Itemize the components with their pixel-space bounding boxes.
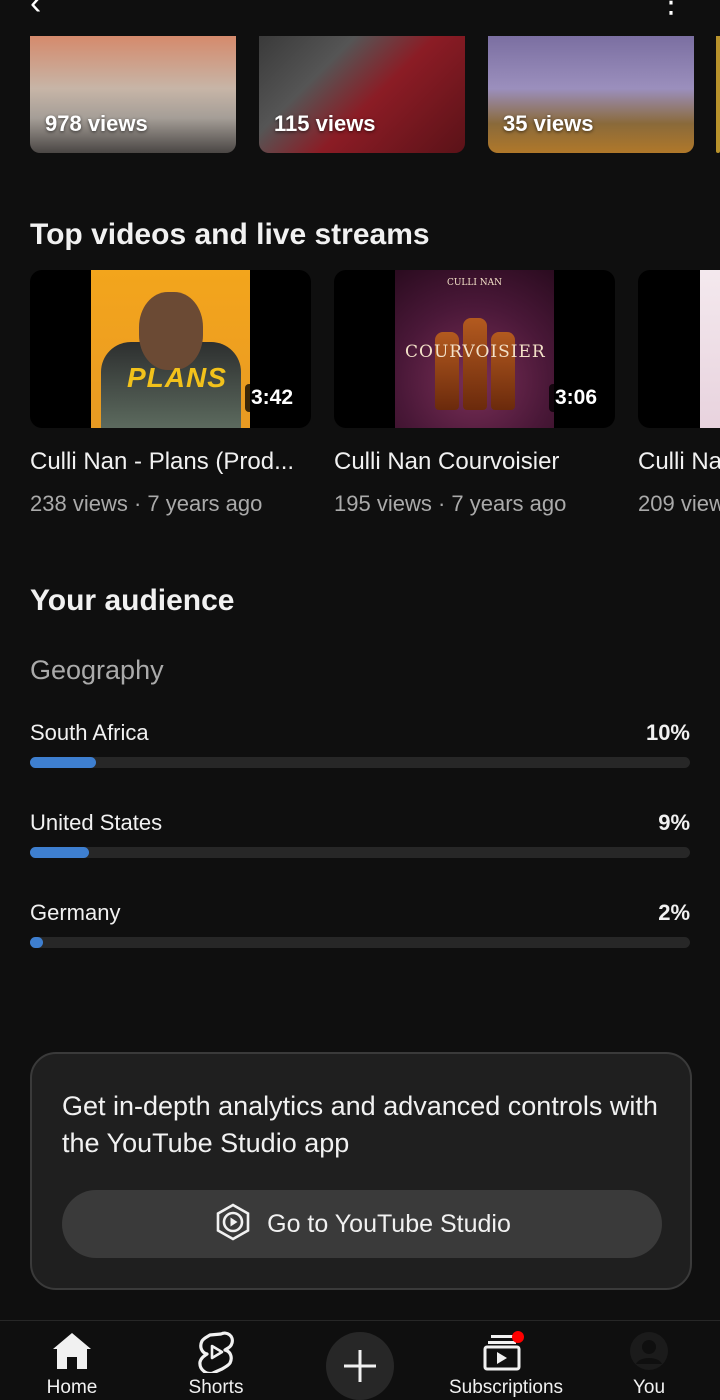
audience-title: Your audience xyxy=(30,584,235,617)
bottom-navigation: Home Shorts Subscriptions You xyxy=(0,1320,720,1400)
create-button[interactable] xyxy=(326,1332,394,1400)
plus-icon xyxy=(342,1348,378,1389)
country-bar-track xyxy=(30,847,690,858)
video-duration: 3:42 xyxy=(244,384,299,412)
country-name: South Africa xyxy=(30,720,149,745)
nav-shorts[interactable]: Shorts xyxy=(161,1321,271,1398)
top-videos-title: Top videos and live streams xyxy=(30,218,430,251)
studio-promo-card: Get in-depth analytics and advanced cont… xyxy=(30,1052,692,1290)
nav-subscriptions[interactable]: Subscriptions xyxy=(449,1321,563,1398)
video-title[interactable]: Culli Nan Courvoisier xyxy=(334,448,615,476)
artwork-caption: CULLI NAN xyxy=(446,278,503,288)
shorts-icon xyxy=(197,1331,235,1378)
short-views: 35 views xyxy=(503,111,594,136)
promo-text: Get in-depth analytics and advanced cont… xyxy=(62,1091,658,1158)
country-bar-fill xyxy=(30,937,44,948)
country-percent: 2% xyxy=(658,900,690,925)
country-name: United States xyxy=(30,810,163,835)
video-meta: 238 views · 7 years ago xyxy=(30,491,263,516)
video-title[interactable]: Culli Na xyxy=(638,448,720,476)
artwork-text: COURVOISIER xyxy=(405,342,546,362)
country-percent: 10% xyxy=(645,720,690,745)
video-thumbnail[interactable]: PLANS 3:42 xyxy=(30,270,311,428)
notification-badge xyxy=(512,1331,524,1343)
country-name: Germany xyxy=(30,900,121,925)
video-thumbnail[interactable]: CULLI NAN COURVOISIER 3:06 xyxy=(334,270,615,428)
more-options-icon[interactable]: ⋮ xyxy=(656,0,686,18)
back-icon[interactable]: ‹ xyxy=(30,0,41,20)
country-bar-track xyxy=(30,757,690,768)
video-artwork xyxy=(700,270,720,428)
country-bar-track xyxy=(30,937,690,948)
short-card[interactable]: 978 views xyxy=(30,36,236,153)
video-meta: 209 view xyxy=(638,491,720,516)
country-percent: 9% xyxy=(658,810,690,835)
youtube-studio-icon xyxy=(213,1202,253,1247)
avatar-icon xyxy=(629,1331,669,1376)
geography-title: Geography xyxy=(30,655,164,685)
home-icon xyxy=(51,1331,93,1376)
subscriptions-icon xyxy=(481,1331,527,1378)
short-card-partial[interactable] xyxy=(716,36,720,153)
nav-you[interactable]: You xyxy=(594,1321,704,1398)
nav-home[interactable]: Home xyxy=(17,1321,127,1398)
video-artwork: PLANS xyxy=(91,270,250,428)
video-meta: 195 views · 7 years ago xyxy=(334,491,567,516)
video-duration: 3:06 xyxy=(548,384,603,412)
video-title[interactable]: Culli Nan - Plans (Prod... xyxy=(30,448,311,476)
short-views: 115 views xyxy=(274,111,376,136)
artwork-text: PLANS xyxy=(127,362,227,393)
video-thumbnail[interactable] xyxy=(638,270,720,428)
go-to-studio-button[interactable]: Go to YouTube Studio xyxy=(62,1190,662,1258)
go-to-studio-label: Go to YouTube Studio xyxy=(267,1209,511,1238)
short-views: 978 views xyxy=(45,111,148,136)
country-bar-fill xyxy=(30,847,90,858)
short-card[interactable]: 115 views xyxy=(259,36,465,153)
short-card[interactable]: 35 views xyxy=(488,36,694,153)
country-bar-fill xyxy=(30,757,96,768)
video-artwork: CULLI NAN COURVOISIER xyxy=(395,270,554,428)
